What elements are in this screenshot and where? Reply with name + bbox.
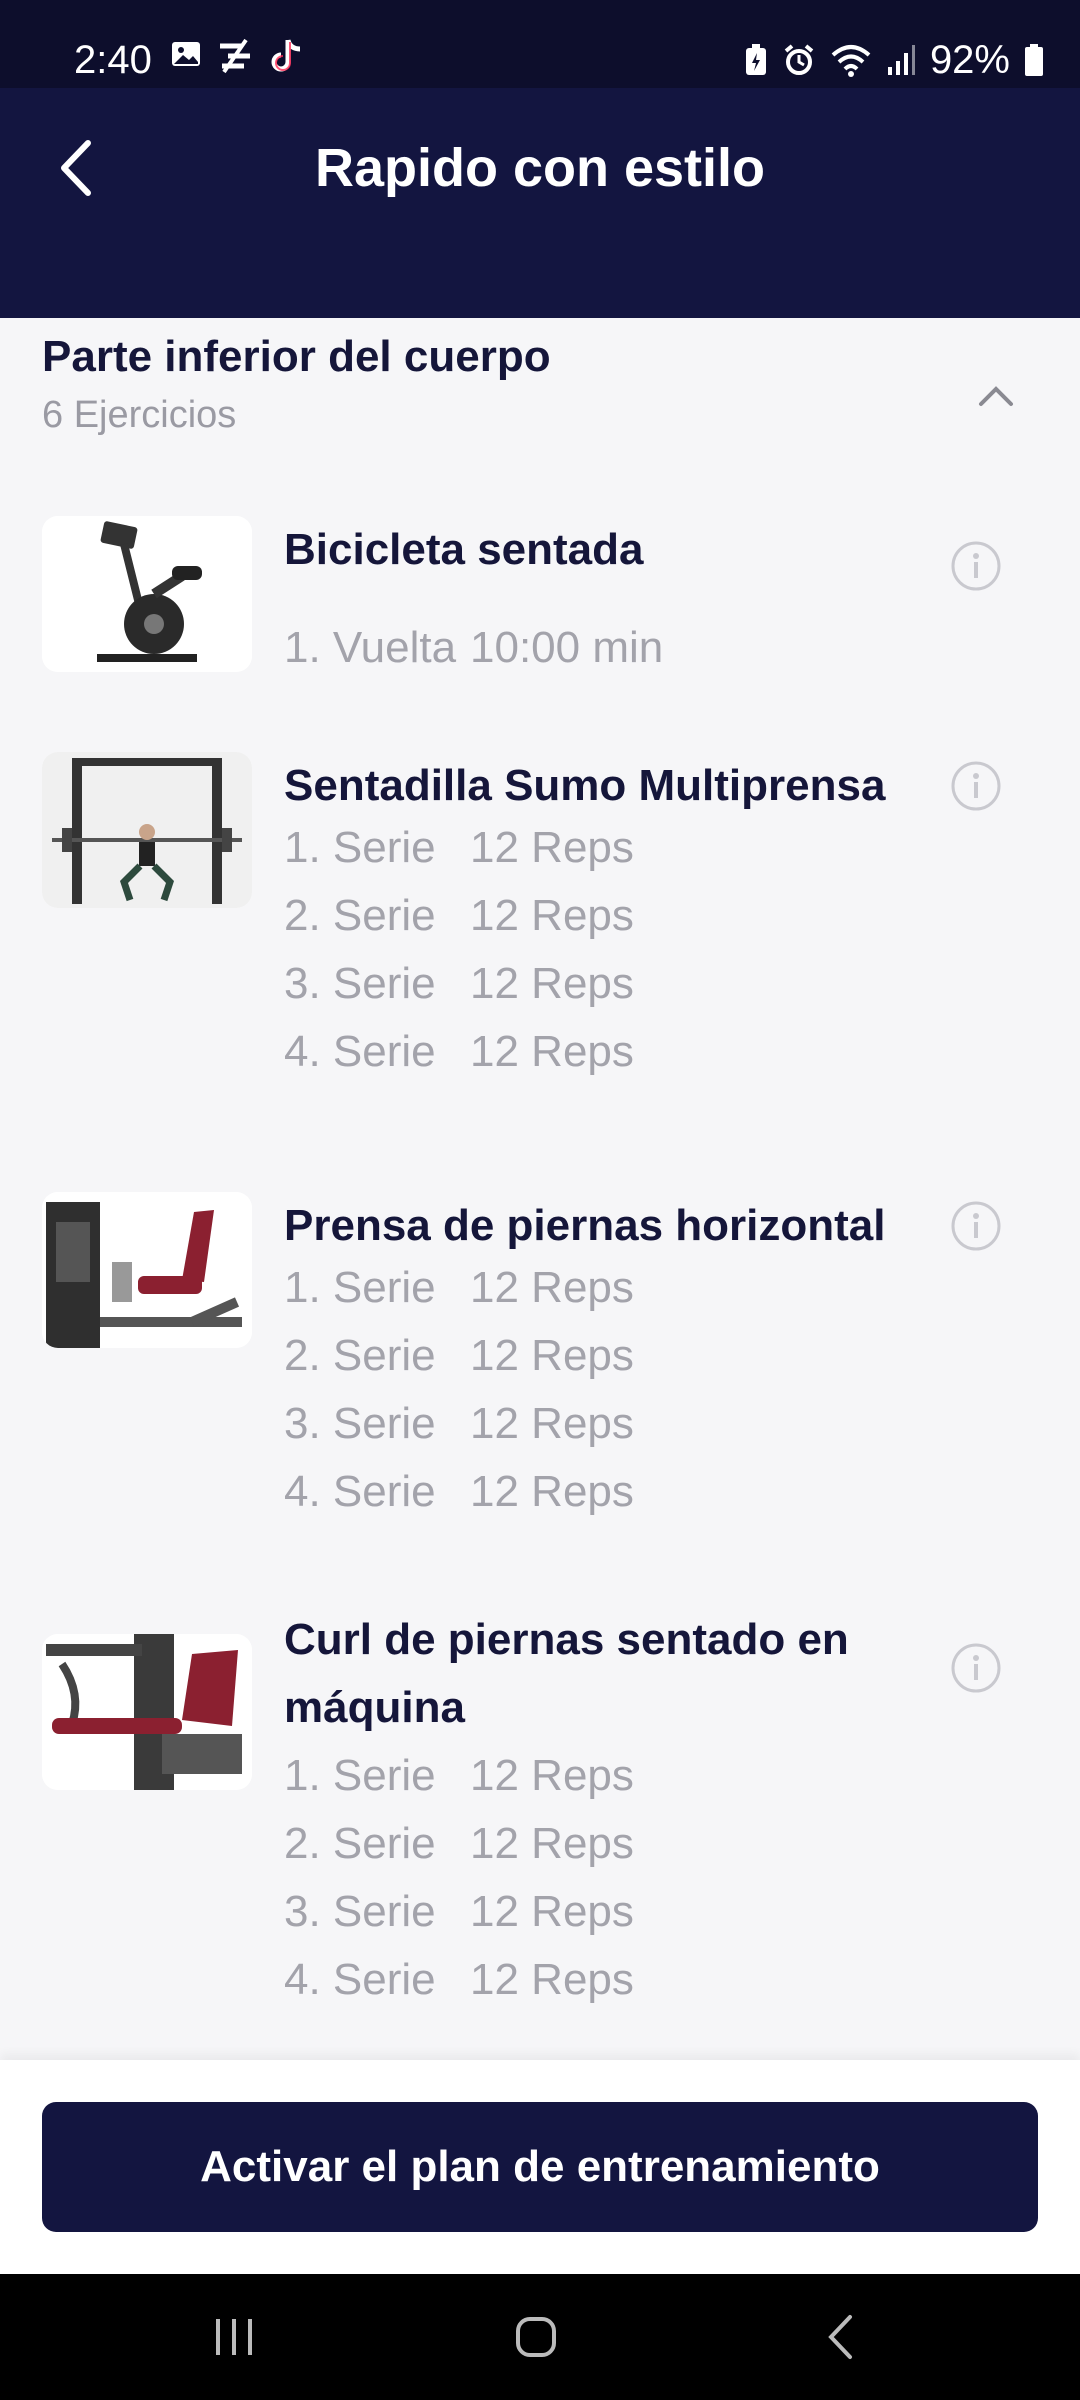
system-icons: 92% — [744, 36, 1044, 84]
gallery-icon — [172, 42, 200, 66]
info-button[interactable] — [950, 1642, 1002, 1694]
set-row: 1. Serie 12 Reps — [284, 1742, 634, 1810]
app-header: Rapido con estilo — [0, 88, 1080, 318]
sets-list: 1. Vuelta 10:00 min — [284, 614, 663, 682]
set-label: 2. Serie — [284, 891, 436, 940]
set-row: 2. Serie 12 Reps — [284, 1322, 634, 1390]
alarm-icon — [784, 44, 814, 75]
set-label: 3. Serie — [284, 1887, 436, 1936]
info-button[interactable] — [950, 540, 1002, 592]
exercise-name: Bicicleta sentada — [284, 525, 644, 574]
home-button[interactable] — [496, 2304, 576, 2370]
collapse-section-button[interactable] — [968, 368, 1024, 424]
set-row: 1. Serie 12 Reps — [284, 814, 634, 882]
home-icon — [516, 2317, 556, 2357]
set-value: 12 Reps — [470, 1467, 634, 1516]
system-navigation-bar — [0, 2274, 1080, 2400]
section-title: Parte inferior del cuerpo — [42, 332, 551, 381]
set-label: 4. Serie — [284, 1467, 436, 1516]
status-bar: 2:40 92% — [0, 0, 1080, 88]
battery-percentage: 92% — [929, 38, 1010, 82]
sets-list: 1. Serie 12 Reps 2. Serie 12 Reps 3. Ser… — [284, 1742, 634, 2014]
exercise-image-leg-press — [42, 1192, 252, 1348]
notification-icons — [170, 38, 304, 74]
exercise-image-smith-machine — [42, 752, 252, 908]
set-row: 4. Serie 12 Reps — [284, 1018, 634, 1086]
set-label: 2. Serie — [284, 1819, 436, 1868]
set-row: 3. Serie 12 Reps — [284, 1390, 634, 1458]
set-label: 1. Serie — [284, 1751, 436, 1800]
set-value: 12 Reps — [470, 1887, 634, 1936]
exercise-name: Curl de piernas sentado en máquina — [284, 1615, 849, 1732]
info-icon — [951, 541, 1001, 591]
chevron-up-icon — [979, 386, 1013, 406]
set-value: 12 Reps — [470, 959, 634, 1008]
sets-list: 1. Serie 12 Reps 2. Serie 12 Reps 3. Ser… — [284, 814, 634, 1086]
set-value: 12 Reps — [470, 1027, 634, 1076]
tiktok-icon — [271, 39, 301, 72]
set-value: 12 Reps — [470, 1263, 634, 1312]
wifi-icon — [831, 45, 871, 77]
set-label: 1. Serie — [284, 1263, 436, 1312]
set-row: 4. Serie 12 Reps — [284, 1946, 634, 2014]
battery-icon — [1025, 44, 1043, 76]
set-value: 12 Reps — [470, 891, 634, 940]
set-value: 12 Reps — [470, 1331, 634, 1380]
set-label: 4. Serie — [284, 1955, 436, 2004]
section-count: 6 Ejercicios — [42, 394, 237, 436]
set-row: 3. Serie 12 Reps — [284, 950, 634, 1018]
recent-apps-icon — [216, 2319, 252, 2355]
mute-fan-icon — [220, 38, 250, 74]
set-value: 12 Reps — [470, 1819, 634, 1868]
back-icon — [828, 2315, 852, 2359]
exercise-image-bike — [42, 516, 252, 672]
page-title: Rapido con estilo — [314, 138, 766, 198]
set-value: 12 Reps — [470, 1955, 634, 2004]
set-label: 3. Serie — [284, 1399, 436, 1448]
info-button[interactable] — [950, 1200, 1002, 1252]
set-row: 4. Serie 12 Reps — [284, 1458, 634, 1526]
set-row: 2. Serie 12 Reps — [284, 882, 634, 950]
activate-plan-button[interactable]: Activar el plan de entrenamiento — [42, 2102, 1038, 2232]
status-time: 2:40 — [74, 38, 152, 82]
set-label: 4. Serie — [284, 1027, 436, 1076]
info-icon — [951, 1201, 1001, 1251]
set-value: 12 Reps — [470, 1751, 634, 1800]
nav-back-button[interactable] — [800, 2304, 880, 2370]
set-row: 1. Vuelta 10:00 min — [284, 614, 663, 682]
set-label: 2. Serie — [284, 1331, 436, 1380]
info-icon — [951, 1643, 1001, 1693]
set-row: 3. Serie 12 Reps — [284, 1878, 634, 1946]
exercise-name: Sentadilla Sumo Multiprensa — [284, 761, 886, 810]
exercise-name: Prensa de piernas horizontal — [284, 1201, 886, 1250]
exercise-image-leg-curl — [42, 1634, 252, 1790]
info-button[interactable] — [950, 760, 1002, 812]
set-label: 1. Serie — [284, 823, 436, 872]
info-icon — [951, 761, 1001, 811]
set-value: 10:00 min — [470, 623, 664, 672]
workout-content[interactable]: Parte inferior del cuerpo 6 Ejercicios B… — [0, 318, 1080, 2060]
set-label: 1. Vuelta — [284, 623, 457, 672]
set-value: 12 Reps — [470, 823, 634, 872]
set-row: 1. Serie 12 Reps — [284, 1254, 634, 1322]
sets-list: 1. Serie 12 Reps 2. Serie 12 Reps 3. Ser… — [284, 1254, 634, 1526]
footer-bar: Activar el plan de entrenamiento — [0, 2060, 1080, 2274]
set-label: 3. Serie — [284, 959, 436, 1008]
set-value: 12 Reps — [470, 1399, 634, 1448]
set-row: 2. Serie 12 Reps — [284, 1810, 634, 1878]
battery-saver-icon — [745, 44, 766, 75]
recent-apps-button[interactable] — [194, 2304, 274, 2370]
signal-icon — [887, 45, 915, 75]
